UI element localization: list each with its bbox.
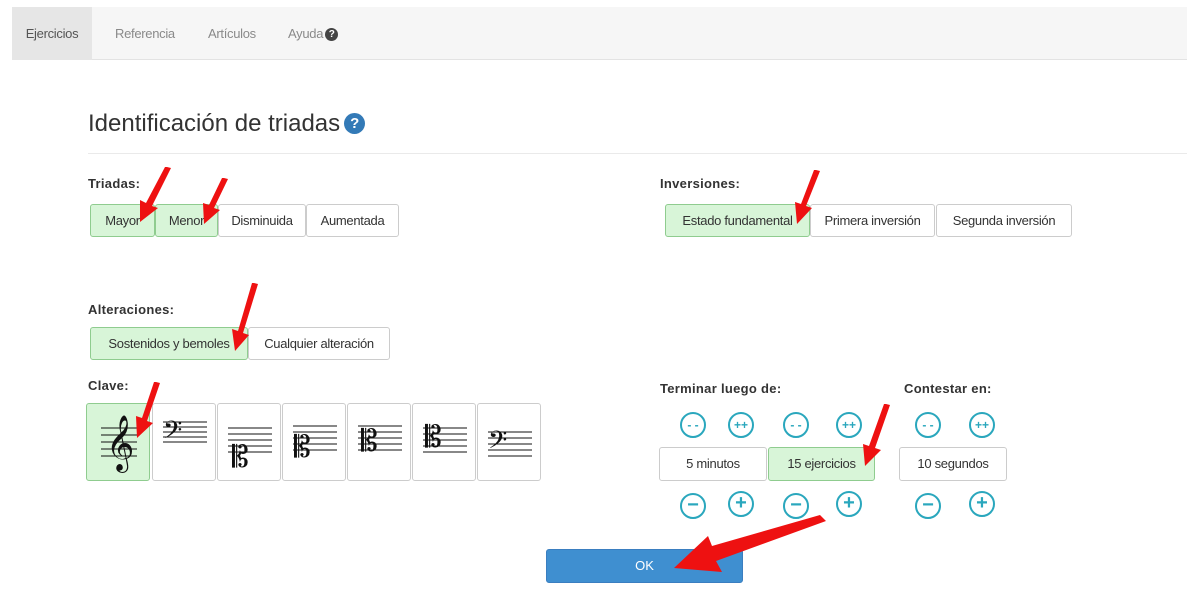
- triada-disminuida-button[interactable]: Disminuida: [218, 204, 306, 237]
- svg-text:𝄞: 𝄞: [106, 415, 134, 473]
- divider: [88, 153, 1187, 154]
- alto-clef-low-icon: 𝄡: [228, 427, 272, 475]
- exercises-increase-big-button[interactable]: ++: [836, 412, 862, 438]
- tab-articulos[interactable]: Artículos: [208, 7, 256, 60]
- seconds-value: 10 segundos: [899, 447, 1007, 481]
- treble-clef-button[interactable]: 𝄞: [86, 403, 150, 481]
- annotation-arrows: [136, 167, 890, 572]
- baritone-clef-button[interactable]: 𝄢: [477, 403, 541, 481]
- svg-text:𝄡: 𝄡: [232, 440, 249, 475]
- minutes-value: 5 minutos: [659, 447, 767, 481]
- alto-clef-button[interactable]: 𝄡: [282, 403, 346, 481]
- top-nav: Ejercicios Referencia Artículos Ayuda?: [12, 7, 1187, 60]
- exercises-value: 15 ejercicios: [768, 447, 875, 481]
- minutes-decrease-button[interactable]: −: [680, 493, 706, 519]
- estado-fundamental-button[interactable]: Estado fundamental: [665, 204, 810, 237]
- alteraciones-label: Alteraciones:: [88, 302, 175, 317]
- seconds-decrease-big-button[interactable]: - -: [915, 412, 941, 438]
- svg-text:𝄢: 𝄢: [488, 426, 507, 461]
- triada-menor-button[interactable]: Menor: [155, 204, 218, 237]
- svg-text:𝄡: 𝄡: [425, 420, 442, 455]
- minutes-increase-button[interactable]: +: [728, 491, 754, 517]
- minutes-increase-big-button[interactable]: ++: [728, 412, 754, 438]
- bass-clef-icon: 𝄢: [163, 416, 207, 451]
- ok-button[interactable]: OK: [546, 549, 743, 583]
- exercises-decrease-big-button[interactable]: - -: [783, 412, 809, 438]
- help-icon: ?: [325, 28, 339, 41]
- page-title-text: Identificación de triadas: [88, 110, 341, 137]
- tab-ayuda-label: Ayuda: [288, 26, 324, 41]
- question-icon[interactable]: ?: [344, 113, 366, 134]
- tab-ayuda[interactable]: Ayuda?: [288, 7, 339, 60]
- triada-mayor-button[interactable]: Mayor: [90, 204, 155, 237]
- baritone-clef-icon: 𝄢: [488, 426, 532, 461]
- svg-text:𝄢: 𝄢: [163, 416, 182, 451]
- exercises-decrease-button[interactable]: −: [783, 493, 809, 519]
- primera-inversion-button[interactable]: Primera inversión: [810, 204, 935, 237]
- triadas-label: Triadas:: [88, 176, 141, 191]
- terminar-label: Terminar luego de:: [660, 381, 782, 396]
- seconds-increase-big-button[interactable]: ++: [969, 412, 995, 438]
- tenor-clef-icon: 𝄡: [358, 424, 402, 459]
- soprano-clef-button[interactable]: 𝄡: [412, 403, 476, 481]
- clave-label: Clave:: [88, 378, 129, 393]
- seconds-increase-button[interactable]: +: [969, 491, 995, 517]
- bass-clef-button[interactable]: 𝄢: [152, 403, 216, 481]
- tab-ejercicios[interactable]: Ejercicios: [12, 7, 92, 60]
- exercises-increase-button[interactable]: +: [836, 491, 862, 517]
- triada-aumentada-button[interactable]: Aumentada: [306, 204, 399, 237]
- segunda-inversion-button[interactable]: Segunda inversión: [936, 204, 1072, 237]
- tab-referencia[interactable]: Referencia: [115, 7, 175, 60]
- alto-clef-low-button[interactable]: 𝄡: [217, 403, 281, 481]
- seconds-decrease-button[interactable]: −: [915, 493, 941, 519]
- treble-clef-icon: 𝄞: [101, 415, 137, 473]
- sostenidos-bemoles-button[interactable]: Sostenidos y bemoles: [90, 327, 248, 360]
- minutes-decrease-big-button[interactable]: - -: [680, 412, 706, 438]
- tenor-clef-button[interactable]: 𝄡: [347, 403, 411, 481]
- contestar-label: Contestar en:: [904, 381, 992, 396]
- soprano-clef-icon: 𝄡: [423, 420, 467, 455]
- page-title: Identificación de triadas?: [88, 110, 366, 138]
- alto-clef-icon: 𝄡: [293, 425, 337, 465]
- inversiones-label: Inversiones:: [660, 176, 741, 191]
- svg-text:𝄡: 𝄡: [361, 424, 378, 459]
- svg-text:𝄡: 𝄡: [294, 430, 311, 465]
- cualquier-alteracion-button[interactable]: Cualquier alteración: [248, 327, 390, 360]
